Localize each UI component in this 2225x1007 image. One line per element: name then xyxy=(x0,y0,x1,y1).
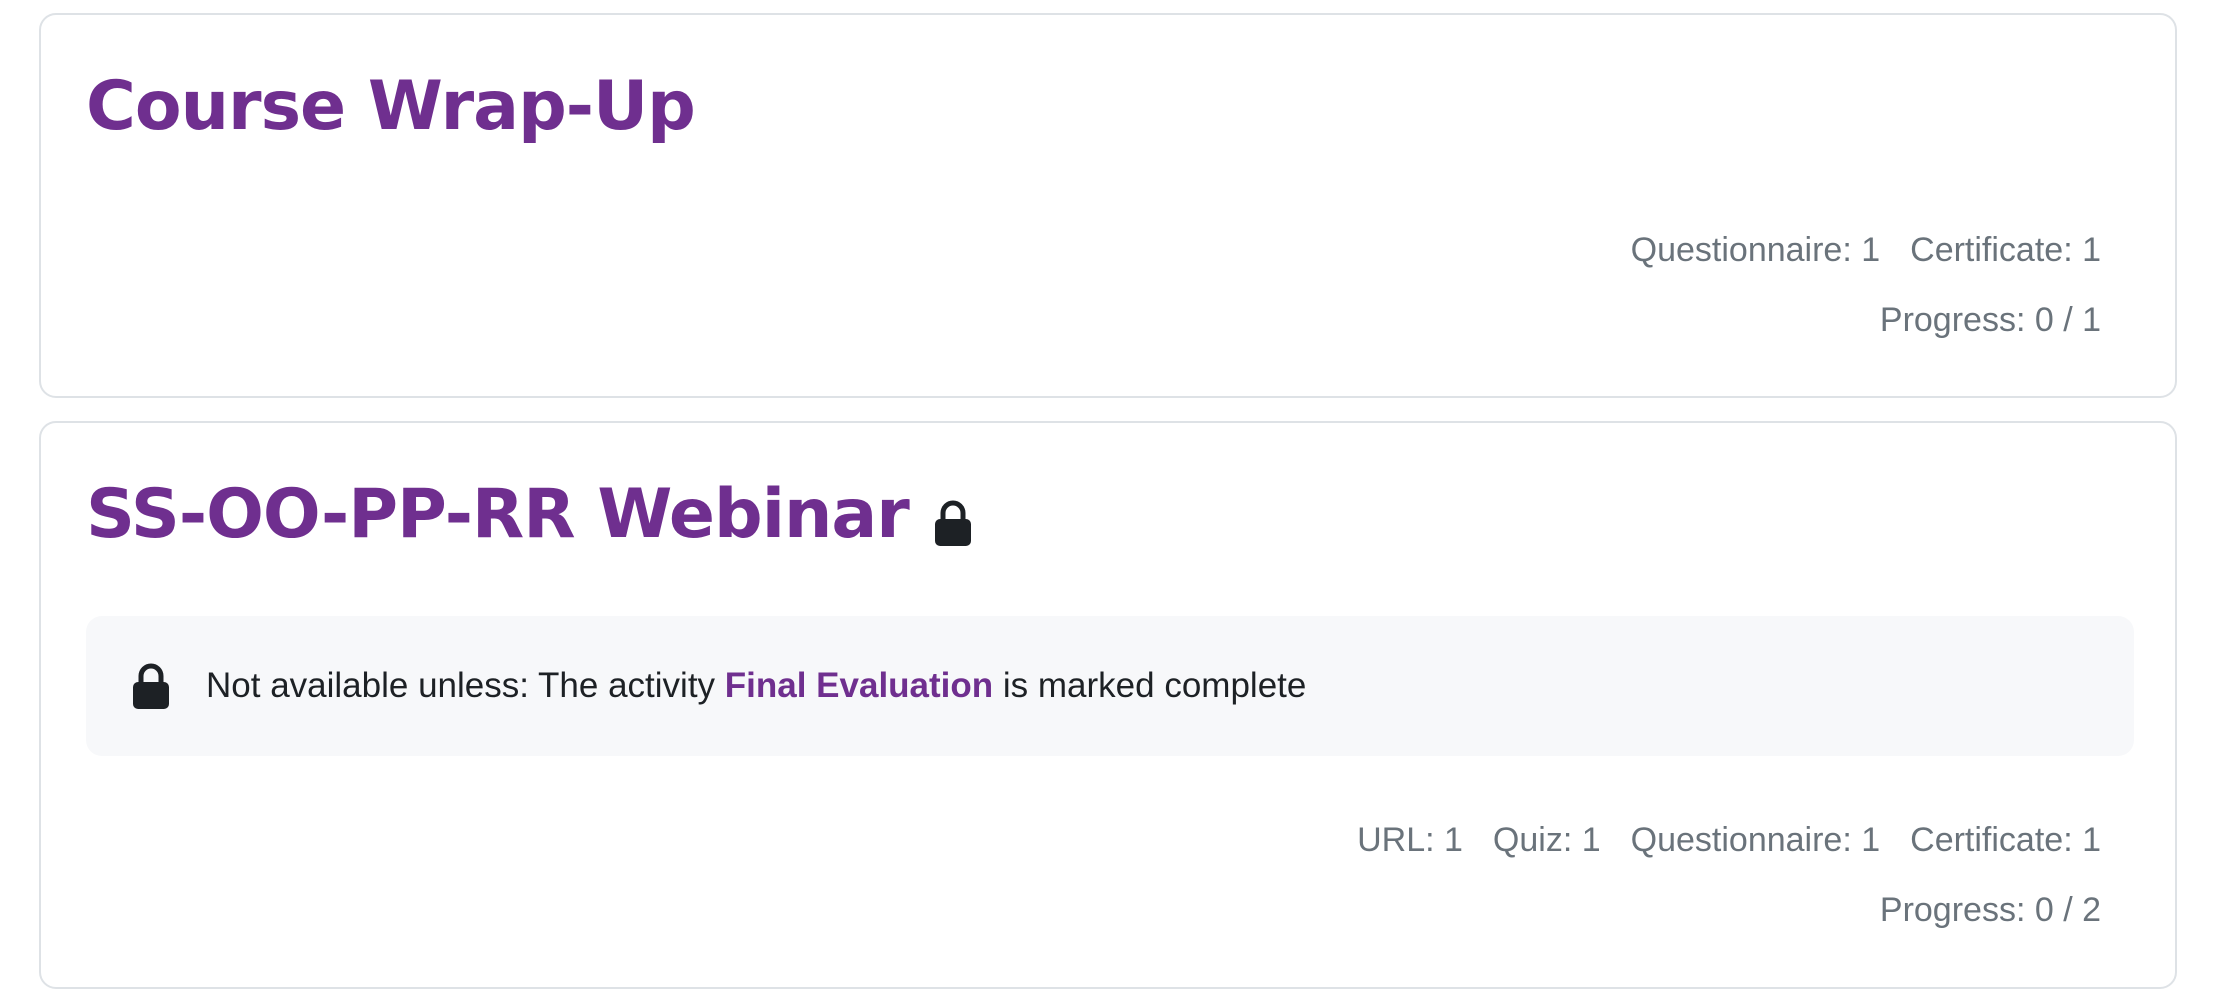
availability-restriction: Not available unless: The activity Final… xyxy=(86,616,2134,756)
activity-count-questionnaire: Questionnaire: 1 xyxy=(1630,231,1881,269)
lock-icon xyxy=(934,500,971,546)
restriction-prefix: Not available unless: The activity xyxy=(206,666,725,705)
activity-counts: Questionnaire: 1 Certificate: 1 xyxy=(1631,233,2101,267)
section-title-link[interactable]: Course Wrap-Up xyxy=(86,67,696,146)
lock-icon xyxy=(133,663,169,709)
section-card-course-wrap-up: Course Wrap-Up Questionnaire: 1 Certific… xyxy=(39,13,2177,398)
activity-count-questionnaire: Questionnaire: 1 xyxy=(1630,821,1881,859)
activity-counts: URL: 1 Quiz: 1 Questionnaire: 1 Certific… xyxy=(1357,823,2101,857)
section-progress: Progress: 0 / 2 xyxy=(1879,891,2101,929)
activity-count-certificate: Certificate: 1 xyxy=(1910,821,2101,859)
section-progress: Progress: 0 / 1 xyxy=(1879,301,2101,339)
final-evaluation-link[interactable]: Final Evaluation xyxy=(725,666,993,705)
course-sections-page: Course Wrap-Up Questionnaire: 1 Certific… xyxy=(0,0,2225,1007)
section-title-link[interactable]: SS-OO-PP-RR Webinar xyxy=(86,481,910,549)
restriction-text: Not available unless: The activity Final… xyxy=(206,666,1306,706)
restriction-suffix: is marked complete xyxy=(993,666,1307,705)
activity-count-certificate: Certificate: 1 xyxy=(1910,231,2101,269)
activity-count-quiz: Quiz: 1 xyxy=(1492,821,1601,859)
activity-count-url: URL: 1 xyxy=(1357,821,1463,859)
section-card-webinar: SS-OO-PP-RR Webinar Not available unless… xyxy=(39,421,2177,989)
